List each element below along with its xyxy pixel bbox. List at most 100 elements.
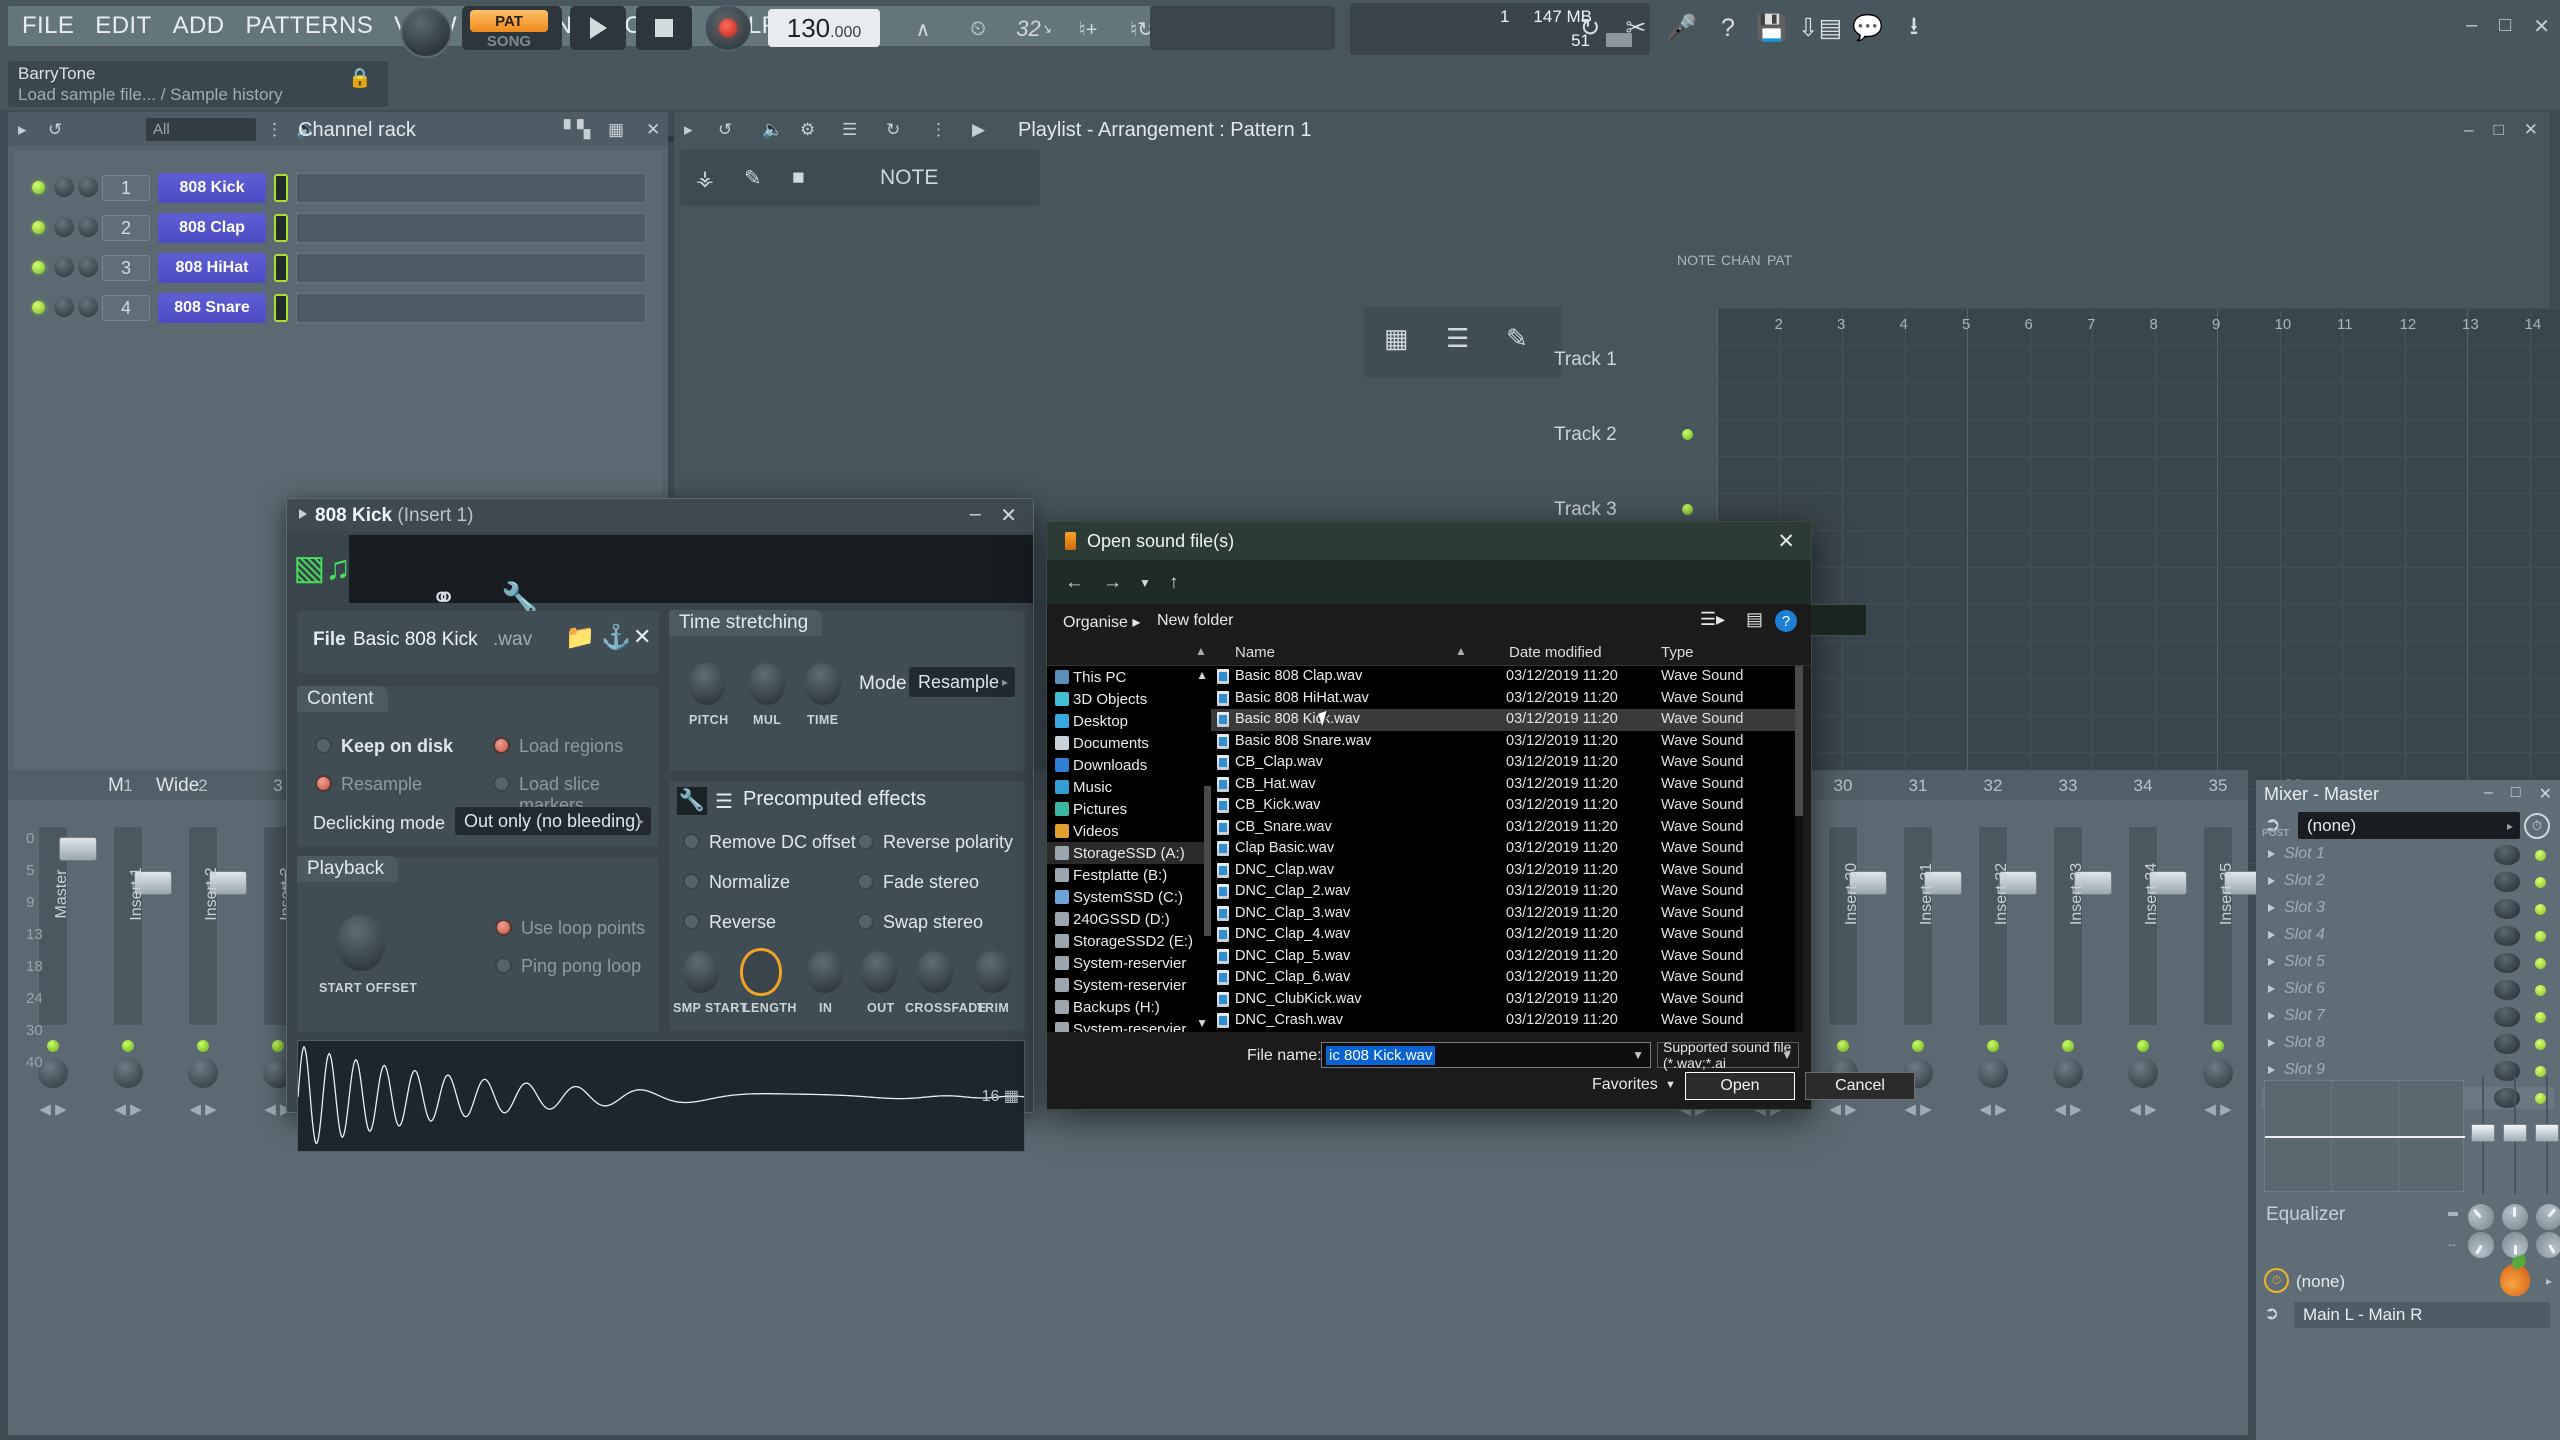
expand-icon[interactable]	[2268, 1012, 2275, 1020]
effect-enable-led[interactable]	[2535, 1039, 2546, 1050]
column-name[interactable]: Name	[1235, 644, 1275, 661]
close-icon[interactable]: ✕	[646, 120, 660, 140]
expand-icon[interactable]	[2268, 931, 2275, 939]
effect-mix-knob[interactable]	[2494, 1034, 2520, 1054]
effect-mix-knob[interactable]	[2494, 926, 2520, 946]
eq-midq-knob[interactable]	[2502, 1232, 2528, 1258]
file-row[interactable]: DNC_Clap_4.wav 03/12/2019 11:20 Wave Sound	[1211, 924, 1797, 946]
mixer-strip[interactable]: 32 ◀ ▶ Insert 32	[1954, 776, 2037, 1404]
channel-volume-knob[interactable]	[78, 297, 98, 317]
save-file-icon[interactable]: ⚓	[601, 623, 631, 652]
sidebar-item[interactable]: Documents	[1047, 732, 1211, 754]
swap-stereo-radio[interactable]	[857, 913, 874, 930]
mixer-route-arrows[interactable]: ◀ ▶	[1901, 1100, 1935, 1118]
resample-radio[interactable]	[315, 775, 332, 792]
mixer-strip-led[interactable]	[2062, 1040, 2074, 1052]
undo-history-icon[interactable]: ↻	[1570, 9, 1610, 47]
eq-graph[interactable]	[2264, 1080, 2465, 1193]
pattern-song-toggle[interactable]: PAT SONG	[462, 6, 562, 50]
mixer-strip[interactable]: 34 ◀ ▶ Insert 34	[2104, 776, 2187, 1404]
mixer-strip-led[interactable]	[47, 1040, 59, 1052]
grid-icon[interactable]: ▦	[608, 120, 624, 140]
file-row[interactable]: DNC_Clap_6.wav 03/12/2019 11:20 Wave Sound	[1211, 967, 1797, 989]
scrollbar-thumb[interactable]	[1795, 666, 1803, 816]
expand-icon[interactable]: ▸	[684, 120, 693, 140]
channel-row[interactable]: 1 808 Kick	[14, 168, 662, 208]
mixer-pan-knob[interactable]	[113, 1058, 143, 1088]
file-row[interactable]: DNC_Clap_5.wav 03/12/2019 11:20 Wave Sound	[1211, 946, 1797, 968]
effect-mix-knob[interactable]	[2494, 845, 2520, 865]
smp-start-knob[interactable]	[683, 951, 719, 993]
sidebar-item[interactable]: Videos	[1047, 820, 1211, 842]
step-32-icon[interactable]: 32 ↘	[1008, 10, 1060, 48]
file-row[interactable]: DNC_ClubKick.wav 03/12/2019 11:20 Wave Sou…	[1211, 989, 1797, 1011]
expand-icon[interactable]	[2268, 850, 2275, 858]
start-offset-knob[interactable]	[337, 915, 385, 971]
fade-stereo-radio[interactable]	[857, 873, 874, 890]
effect-mix-knob[interactable]	[2494, 980, 2520, 1000]
wait-for-input-icon[interactable]: ⏲	[952, 10, 1004, 48]
trim-knob[interactable]	[975, 951, 1011, 993]
clear-file-icon[interactable]: ✕	[633, 624, 651, 650]
eq-highq-knob[interactable]	[2531, 1227, 2560, 1263]
channel-step-sequencer[interactable]	[296, 293, 646, 323]
graph-icon[interactable]: ▘▚	[564, 120, 590, 140]
channel-volume-knob[interactable]	[78, 257, 98, 277]
effect-enable-led[interactable]	[2535, 958, 2546, 969]
expand-icon[interactable]	[2268, 877, 2275, 885]
channel-step-sequencer[interactable]	[296, 173, 646, 203]
sidebar-item[interactable]: This PC	[1047, 666, 1211, 688]
file-row[interactable]: Basic 808 HiHat.wav 03/12/2019 11:20 Wave …	[1211, 688, 1797, 710]
eq-fader-handle[interactable]	[2471, 1124, 2495, 1142]
back-icon[interactable]: ←	[1065, 572, 1084, 594]
sidebar-item[interactable]: 3D Objects	[1047, 688, 1211, 710]
crossfade-knob[interactable]	[917, 951, 953, 993]
add-keyboard-icon[interactable]: ♮+	[1062, 10, 1114, 48]
keep-on-disk-radio[interactable]	[315, 737, 332, 754]
mixer-strip[interactable]: 30 ◀ ▶ Insert 30	[1804, 776, 1887, 1404]
mixer-strip-led[interactable]	[2137, 1040, 2149, 1052]
view-options-icon[interactable]: ☰▸	[1700, 609, 1725, 630]
channel-led[interactable]	[32, 301, 45, 314]
master-pitch-knob[interactable]	[400, 6, 452, 58]
minimize-icon[interactable]: –	[2466, 14, 2477, 39]
maximize-icon[interactable]: □	[2493, 120, 2503, 140]
waveform-tab-icon[interactable]: ▧♫	[293, 539, 351, 597]
effect-enable-led[interactable]	[2535, 850, 2546, 861]
open-file-icon[interactable]: 📁	[565, 623, 595, 652]
filetype-select[interactable]: Supported sound file (*.wav;*.ai ▼	[1657, 1039, 1799, 1071]
playlist-ruler[interactable]: 23456789101112131415161718192021222324	[1717, 312, 2560, 336]
download-icon[interactable]: ⭳	[1894, 9, 1934, 47]
mixer-strip[interactable]: 33 ◀ ▶ Insert 33	[2029, 776, 2112, 1404]
lock-icon[interactable]: 🔒	[348, 66, 372, 90]
file-row[interactable]: DNC_Clap_3.wav 03/12/2019 11:20 Wave Sound	[1211, 903, 1797, 925]
menu-patterns[interactable]: PATTERNS	[245, 12, 373, 40]
chevron-down-icon[interactable]: ▼	[1665, 1079, 1676, 1091]
file-row[interactable]: CB_Kick.wav 03/12/2019 11:20 Wave Sound	[1211, 795, 1797, 817]
channel-row[interactable]: 4 808 Snare	[14, 288, 662, 328]
sidebar-item[interactable]: Downloads	[1047, 754, 1211, 776]
effect-mix-knob[interactable]	[2494, 899, 2520, 919]
channel-led[interactable]	[32, 221, 45, 234]
close-icon[interactable]: ✕	[2533, 14, 2550, 39]
mixer-strip[interactable]: 2 ◀ ▶ Insert 2	[164, 776, 247, 1404]
menu-add[interactable]: ADD	[173, 12, 225, 40]
send-value[interactable]: (none)	[2296, 1272, 2345, 1292]
reverse-radio[interactable]	[683, 913, 700, 930]
channel-name-button[interactable]: 808 HiHat	[158, 253, 266, 283]
in-knob[interactable]	[807, 951, 843, 993]
cut-icon[interactable]: ✂	[1616, 9, 1656, 47]
file-row[interactable]: Basic 808 Clap.wav 03/12/2019 11:20 Wave S…	[1211, 666, 1797, 688]
new-folder-button[interactable]: New folder	[1157, 612, 1233, 630]
undo-icon[interactable]: ↺	[48, 120, 62, 140]
organise-button[interactable]: Organise ▸	[1063, 612, 1140, 632]
close-icon[interactable]: ✕	[2539, 784, 2552, 804]
effect-slot-row[interactable]: Slot 5	[2262, 952, 2554, 974]
channel-step-sequencer[interactable]	[296, 253, 646, 283]
clock-icon[interactable]: ⏱	[2524, 813, 2550, 839]
ts-time-knob[interactable]	[805, 663, 841, 705]
metronome-icon[interactable]: ∧	[900, 10, 946, 48]
file-row[interactable]: CB_Hat.wav 03/12/2019 11:20 Wave Sound	[1211, 774, 1797, 796]
sidebar-item[interactable]: Music	[1047, 776, 1211, 798]
close-icon[interactable]: ✕	[1777, 529, 1795, 554]
